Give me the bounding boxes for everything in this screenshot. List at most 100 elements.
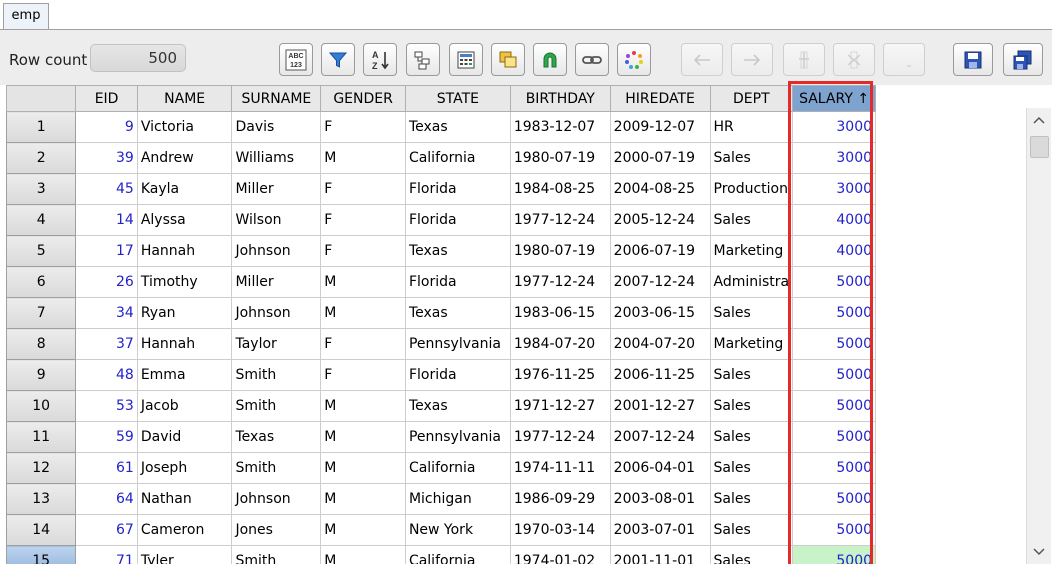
birthday-cell[interactable]: 1974-01-02	[509, 545, 611, 564]
gender-cell[interactable]: F	[320, 204, 406, 236]
col-header-surname[interactable]: SURNAME	[231, 85, 322, 112]
gender-cell[interactable]: M	[320, 266, 406, 298]
name-cell[interactable]: Ryan	[136, 297, 233, 329]
birthday-cell[interactable]: 1974-11-11	[509, 452, 611, 484]
eid-cell[interactable]: 53	[75, 390, 138, 422]
table-row[interactable]: 7 34 Ryan Johnson M Texas 1983-06-15 2003-06-15…	[6, 297, 1024, 329]
eid-cell[interactable]: 26	[75, 266, 138, 298]
surname-cell[interactable]: Smith	[231, 359, 322, 391]
row-number-cell[interactable]: 15	[6, 545, 77, 564]
name-cell[interactable]: Emma	[136, 359, 233, 391]
salary-cell[interactable]: 5000	[792, 483, 877, 515]
eid-cell[interactable]: 59	[75, 421, 138, 453]
scroll-up-icon[interactable]	[1029, 110, 1049, 130]
row-number-cell[interactable]: 1	[6, 111, 77, 143]
gender-cell[interactable]: M	[320, 452, 406, 484]
birthday-cell[interactable]: 1980-07-19	[509, 235, 611, 267]
gender-cell[interactable]: F	[320, 359, 406, 391]
birthday-cell[interactable]: 1971-12-27	[509, 390, 611, 422]
row-number-cell[interactable]: 10	[6, 390, 77, 422]
eid-cell[interactable]: 17	[75, 235, 138, 267]
eid-cell[interactable]: 39	[75, 142, 138, 174]
name-cell[interactable]: Alyssa	[136, 204, 233, 236]
col-header-hiredate[interactable]: HIREDATE	[609, 85, 711, 112]
col-header-name[interactable]: NAME	[136, 85, 233, 112]
dept-cell[interactable]: Marketing	[709, 328, 794, 360]
row-number-cell[interactable]: 14	[6, 514, 77, 546]
state-cell[interactable]: Florida	[404, 266, 511, 298]
name-cell[interactable]: Cameron	[136, 514, 233, 546]
layers-button[interactable]	[491, 43, 525, 76]
table-row[interactable]: 14 67 Cameron Jones M New York 1970-03-14 2003-…	[6, 514, 1024, 546]
surname-cell[interactable]: Wilson	[231, 204, 322, 236]
state-cell[interactable]: California	[404, 142, 511, 174]
salary-cell[interactable]: 5000	[792, 266, 877, 298]
hiredate-cell[interactable]: 2006-04-01	[609, 452, 711, 484]
dept-cell[interactable]: Production	[709, 173, 794, 205]
state-cell[interactable]: California	[404, 545, 511, 564]
hiredate-cell[interactable]: 2003-08-01	[609, 483, 711, 515]
save-all-button[interactable]	[1003, 43, 1043, 76]
birthday-cell[interactable]: 1980-07-19	[509, 142, 611, 174]
dept-cell[interactable]: Sales	[709, 297, 794, 329]
salary-cell[interactable]: 5000	[792, 514, 877, 546]
magnet-button[interactable]	[533, 43, 567, 76]
surname-cell[interactable]: Davis	[231, 111, 322, 143]
surname-cell[interactable]: Smith	[231, 452, 322, 484]
name-cell[interactable]: Andrew	[136, 142, 233, 174]
col-header-birthday[interactable]: BIRTHDAY	[509, 85, 611, 112]
gender-cell[interactable]: F	[320, 235, 406, 267]
blank-button[interactable]	[883, 43, 925, 76]
gender-cell[interactable]: F	[320, 328, 406, 360]
forward-button[interactable]	[731, 43, 773, 76]
row-number-cell[interactable]: 13	[6, 483, 77, 515]
dept-cell[interactable]: Sales	[709, 452, 794, 484]
table-row[interactable]: 4 14 Alyssa Wilson F Florida 1977-12-24 2005-12…	[6, 204, 1024, 236]
scroll-down-icon[interactable]	[1029, 542, 1049, 562]
salary-cell[interactable]: 5000	[792, 359, 877, 391]
hiredate-cell[interactable]: 2006-07-19	[609, 235, 711, 267]
state-cell[interactable]: Texas	[404, 297, 511, 329]
birthday-cell[interactable]: 1977-12-24	[509, 204, 611, 236]
salary-cell[interactable]: 5000	[792, 297, 877, 329]
table-row[interactable]: 2 39 Andrew Williams M California 1980-07-19 20…	[6, 142, 1024, 174]
dept-cell[interactable]: Marketing	[709, 235, 794, 267]
row-number-cell[interactable]: 5	[6, 235, 77, 267]
surname-cell[interactable]: Miller	[231, 173, 322, 205]
salary-cell[interactable]: 5000	[792, 328, 877, 360]
eid-cell[interactable]: 9	[75, 111, 138, 143]
hiredate-cell[interactable]: 2007-12-24	[609, 421, 711, 453]
gender-cell[interactable]: M	[320, 142, 406, 174]
name-cell[interactable]: David	[136, 421, 233, 453]
hiredate-cell[interactable]: 2004-07-20	[609, 328, 711, 360]
dept-cell[interactable]: Sales	[709, 421, 794, 453]
corner-header[interactable]	[6, 85, 77, 112]
eid-cell[interactable]: 37	[75, 328, 138, 360]
salary-cell[interactable]: 3000	[792, 111, 877, 143]
table-row[interactable]: 8 37 Hannah Taylor F Pennsylvania 1984-07-20 20…	[6, 328, 1024, 360]
surname-cell[interactable]: Jones	[231, 514, 322, 546]
scrollbar-thumb[interactable]	[1030, 136, 1049, 158]
col-header-gender[interactable]: GENDER	[320, 85, 406, 112]
surname-cell[interactable]: Taylor	[231, 328, 322, 360]
eid-cell[interactable]: 48	[75, 359, 138, 391]
row-number-cell[interactable]: 9	[6, 359, 77, 391]
birthday-cell[interactable]: 1983-12-07	[509, 111, 611, 143]
gender-cell[interactable]: M	[320, 297, 406, 329]
dept-cell[interactable]: Sales	[709, 514, 794, 546]
col-header-state[interactable]: STATE	[404, 85, 511, 112]
state-cell[interactable]: Florida	[404, 204, 511, 236]
surname-cell[interactable]: Smith	[231, 545, 322, 564]
hiredate-cell[interactable]: 2007-12-24	[609, 266, 711, 298]
save-button[interactable]	[953, 43, 993, 76]
surname-cell[interactable]: Johnson	[231, 483, 322, 515]
row-number-cell[interactable]: 6	[6, 266, 77, 298]
state-cell[interactable]: Texas	[404, 111, 511, 143]
dept-cell[interactable]: Sales	[709, 483, 794, 515]
salary-cell[interactable]: 5000	[792, 421, 877, 453]
name-cell[interactable]: Kayla	[136, 173, 233, 205]
name-cell[interactable]: Victoria	[136, 111, 233, 143]
hiredate-cell[interactable]: 2000-07-19	[609, 142, 711, 174]
salary-cell[interactable]: 4000	[792, 235, 877, 267]
state-cell[interactable]: Texas	[404, 390, 511, 422]
